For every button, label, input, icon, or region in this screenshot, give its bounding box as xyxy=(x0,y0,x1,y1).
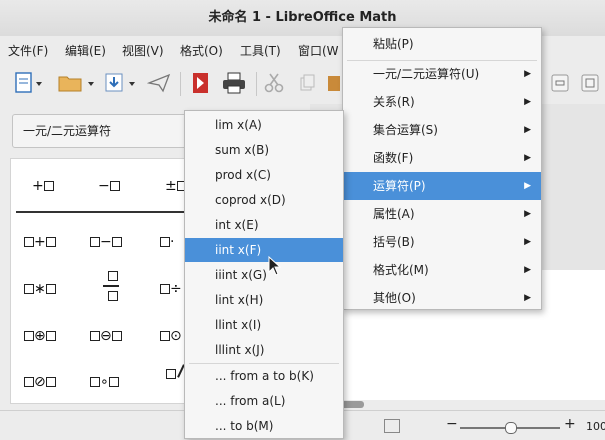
menu-tools[interactable]: 工具(T) xyxy=(240,42,281,59)
menu-file[interactable]: 文件(F) xyxy=(8,42,48,59)
element-fraction[interactable] xyxy=(103,270,119,302)
element-addition[interactable]: + xyxy=(24,234,56,250)
ctx-others[interactable]: 其他(O) ▶ xyxy=(343,284,541,312)
ctx-relations[interactable]: 关系(R) ▶ xyxy=(343,88,541,116)
ctx-unary-binary[interactable]: 一元/二元运算符(U) ▶ xyxy=(343,60,541,88)
ctx-paste[interactable]: 粘贴(P) xyxy=(343,30,541,58)
submenu-arrow-icon: ▶ xyxy=(524,265,531,275)
ctx-functions[interactable]: 函数(F) ▶ xyxy=(343,144,541,172)
open-folder-icon[interactable] xyxy=(56,71,96,95)
ctx-brackets[interactable]: 括号(B) ▶ xyxy=(343,228,541,256)
ctx-operators[interactable]: 运算符(P) ▶ xyxy=(343,172,541,200)
element-subtraction[interactable]: − xyxy=(90,234,122,250)
element-unary-plus[interactable]: + xyxy=(32,178,54,194)
save-icon[interactable] xyxy=(104,71,138,95)
op-to[interactable]: ... to b(M) xyxy=(185,414,343,438)
copy-icon[interactable] xyxy=(296,71,318,95)
element-circled-dot[interactable]: ⊙ xyxy=(160,328,182,344)
op-iiint[interactable]: iiint x(G) xyxy=(185,263,343,287)
window-title: 未命名 1 - LibreOffice Math xyxy=(208,10,397,25)
ctx-formats[interactable]: 格式化(M) ▶ xyxy=(343,256,541,284)
zoom-in-button[interactable]: + xyxy=(564,416,576,432)
submenu-arrow-icon: ▶ xyxy=(524,293,531,303)
op-lllint[interactable]: lllint x(J) xyxy=(185,338,343,362)
op-prod[interactable]: prod x(C) xyxy=(185,163,343,187)
format-icon[interactable] xyxy=(548,71,572,95)
op-from[interactable]: ... from a(L) xyxy=(185,389,343,413)
submenu-arrow-icon: ▶ xyxy=(524,237,531,247)
zoom-value: 100 xyxy=(586,420,605,433)
mouse-pointer-icon xyxy=(268,255,282,279)
element-circled-minus[interactable]: ⊖ xyxy=(90,328,122,344)
menu-view[interactable]: 视图(V) xyxy=(122,42,164,59)
send-icon[interactable] xyxy=(146,71,172,95)
op-sum[interactable]: sum x(B) xyxy=(185,138,343,162)
toolbar-separator xyxy=(180,72,181,96)
op-lint[interactable]: lint x(H) xyxy=(185,288,343,312)
element-unary-minus[interactable]: − xyxy=(98,178,120,194)
submenu-arrow-icon: ▶ xyxy=(524,97,531,107)
element-circled-slash[interactable]: ⊘ xyxy=(24,374,56,390)
op-from-to[interactable]: ... from a to b(K) xyxy=(185,364,343,388)
op-coprod[interactable]: coprod x(D) xyxy=(185,188,343,212)
element-circled-plus[interactable]: ⊕ xyxy=(24,328,56,344)
element-slash-fraction[interactable] xyxy=(166,364,185,382)
cut-icon[interactable] xyxy=(262,71,286,95)
toolbar-separator xyxy=(256,72,257,96)
format-icon-2[interactable] xyxy=(578,71,602,95)
submenu-arrow-icon: ▶ xyxy=(524,69,531,79)
zoom-slider-knob[interactable] xyxy=(505,422,517,434)
zoom-out-button[interactable]: − xyxy=(446,416,458,432)
context-menu: 粘贴(P) 一元/二元运算符(U) ▶ 关系(R) ▶ 集合运算(S) ▶ 函数(F)… xyxy=(342,27,542,310)
new-document-icon[interactable] xyxy=(12,71,46,95)
print-icon[interactable] xyxy=(220,71,248,95)
paste-icon[interactable] xyxy=(326,71,342,95)
submenu-arrow-icon: ▶ xyxy=(524,125,531,135)
menu-window[interactable]: 窗口(W xyxy=(298,42,339,59)
element-division[interactable]: ÷ xyxy=(160,281,182,297)
ctx-attributes[interactable]: 属性(A) ▶ xyxy=(343,200,541,228)
operators-submenu: lim x(A) sum x(B) prod x(C) coprod x(D) … xyxy=(184,110,344,439)
element-composition[interactable]: ∘ xyxy=(90,374,119,390)
submenu-arrow-icon: ▶ xyxy=(524,181,531,191)
element-multiplication-dot[interactable]: · xyxy=(160,234,174,250)
op-llint[interactable]: llint x(I) xyxy=(185,313,343,337)
op-iint[interactable]: iint x(F) xyxy=(185,238,343,262)
submenu-arrow-icon: ▶ xyxy=(524,209,531,219)
placeholder-box xyxy=(109,181,120,191)
document-modified-icon[interactable] xyxy=(384,419,400,433)
menu-format[interactable]: 格式(O) xyxy=(180,42,223,59)
element-multiplication-star[interactable]: ∗ xyxy=(24,281,56,297)
export-pdf-icon[interactable] xyxy=(188,71,214,95)
submenu-arrow-icon: ▶ xyxy=(524,153,531,163)
op-int[interactable]: int x(E) xyxy=(185,213,343,237)
placeholder-box xyxy=(43,181,54,191)
op-lim[interactable]: lim x(A) xyxy=(185,113,343,137)
ctx-set-operations[interactable]: 集合运算(S) ▶ xyxy=(343,116,541,144)
menu-edit[interactable]: 编辑(E) xyxy=(65,42,106,59)
